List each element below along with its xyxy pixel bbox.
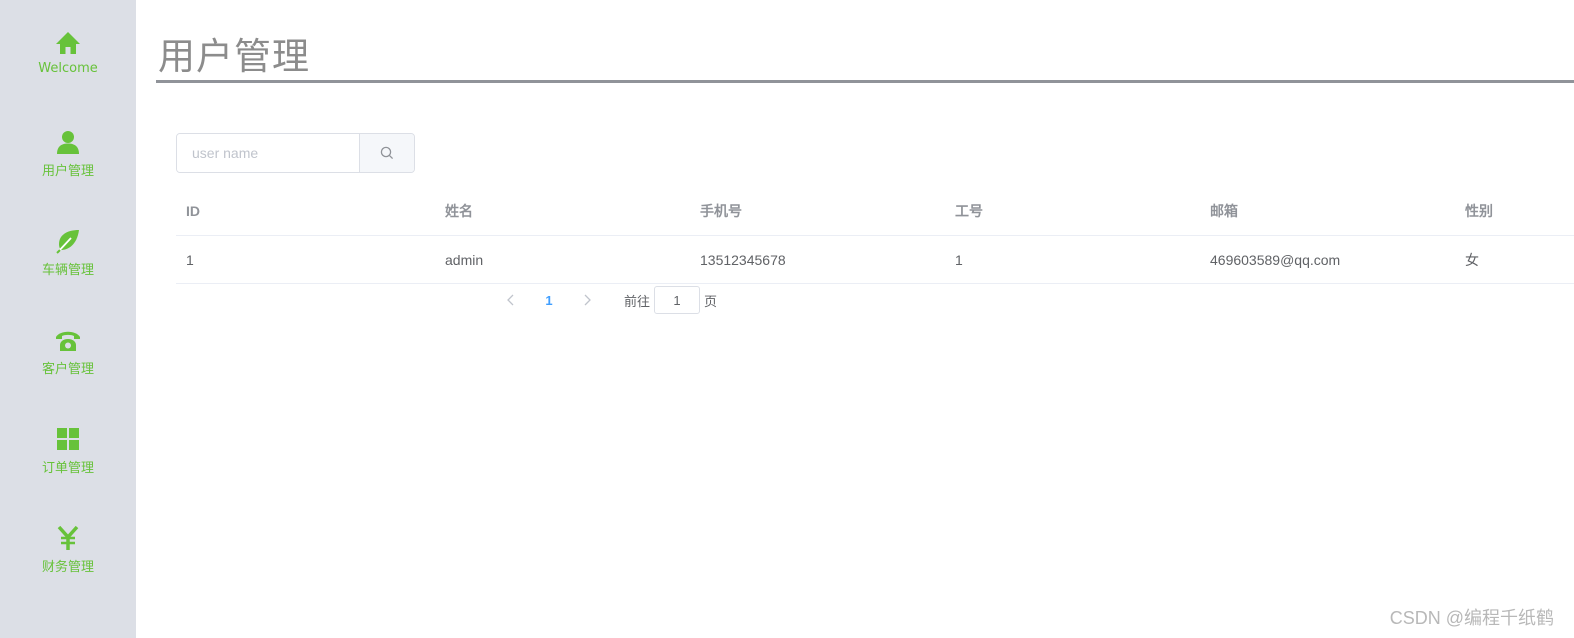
user-icon [57, 131, 79, 154]
table-row[interactable]: 1 admin 13512345678 1 469603589@qq.com 女 [176, 236, 1574, 284]
grid-icon [57, 428, 79, 450]
chevron-right-icon [584, 294, 591, 306]
search-icon [380, 146, 394, 160]
column-header-phone[interactable]: 手机号 [700, 187, 742, 235]
page-title: 用户管理 [158, 35, 310, 78]
table-header: ID 姓名 手机号 工号 邮箱 性别 [176, 188, 1574, 236]
sidebar-item-label: 用户管理 [41, 164, 94, 179]
sidebar: Welcome 用户管理 车辆管理 客户管理 订单管理 财务管理 [0, 0, 136, 638]
sidebar-item-label: 财务管理 [41, 560, 94, 575]
cell-gender: 女 [1465, 252, 1479, 268]
title-divider [156, 80, 1574, 83]
column-header-id[interactable]: ID [186, 187, 200, 235]
column-header-gender[interactable]: 性别 [1465, 187, 1493, 235]
cell-employee-no: 1 [955, 252, 963, 268]
sidebar-item-vehicles[interactable]: 车辆管理 [0, 228, 136, 298]
pagination: 1 前往 页 [496, 286, 717, 314]
column-header-employee-no[interactable]: 工号 [955, 187, 983, 235]
home-icon [56, 32, 80, 54]
next-page-button[interactable] [572, 286, 602, 314]
chevron-left-icon [507, 294, 514, 306]
page-unit-label: 页 [704, 293, 718, 309]
cell-name: admin [445, 252, 484, 268]
cell-phone: 13512345678 [700, 252, 786, 268]
sidebar-item-label: 客户管理 [41, 362, 94, 377]
yen-icon [57, 525, 79, 550]
cell-id: 1 [186, 252, 194, 268]
main-content: 用户管理 ID 姓名 手机号 工号 邮箱 性别 1 admin 13512345… [156, 0, 1574, 638]
goto-label: 前往 [624, 293, 651, 309]
user-table: ID 姓名 手机号 工号 邮箱 性别 1 admin 13512345678 1… [176, 188, 1574, 284]
phone-icon [56, 331, 80, 351]
column-header-email[interactable]: 邮箱 [1210, 187, 1238, 235]
sidebar-item-welcome[interactable]: Welcome [0, 30, 136, 100]
sidebar-item-label: 车辆管理 [41, 263, 94, 278]
goto-page-input[interactable] [654, 286, 701, 314]
prev-page-button[interactable] [496, 286, 526, 314]
sidebar-item-users[interactable]: 用户管理 [0, 129, 136, 199]
page-number-current[interactable]: 1 [534, 293, 564, 308]
leaf-icon [56, 230, 79, 254]
search-button[interactable] [359, 134, 414, 172]
search-input[interactable] [177, 134, 359, 172]
sidebar-item-customers[interactable]: 客户管理 [0, 327, 136, 397]
sidebar-item-label: Welcome [38, 61, 98, 76]
sidebar-item-label: 订单管理 [41, 461, 94, 476]
cell-email: 469603589@qq.com [1210, 252, 1341, 268]
column-header-name[interactable]: 姓名 [445, 187, 473, 235]
search-box [176, 133, 415, 173]
sidebar-item-orders[interactable]: 订单管理 [0, 426, 136, 496]
sidebar-item-finance[interactable]: 财务管理 [0, 525, 136, 595]
watermark: CSDN @编程千纸鹤 [1389, 608, 1554, 628]
